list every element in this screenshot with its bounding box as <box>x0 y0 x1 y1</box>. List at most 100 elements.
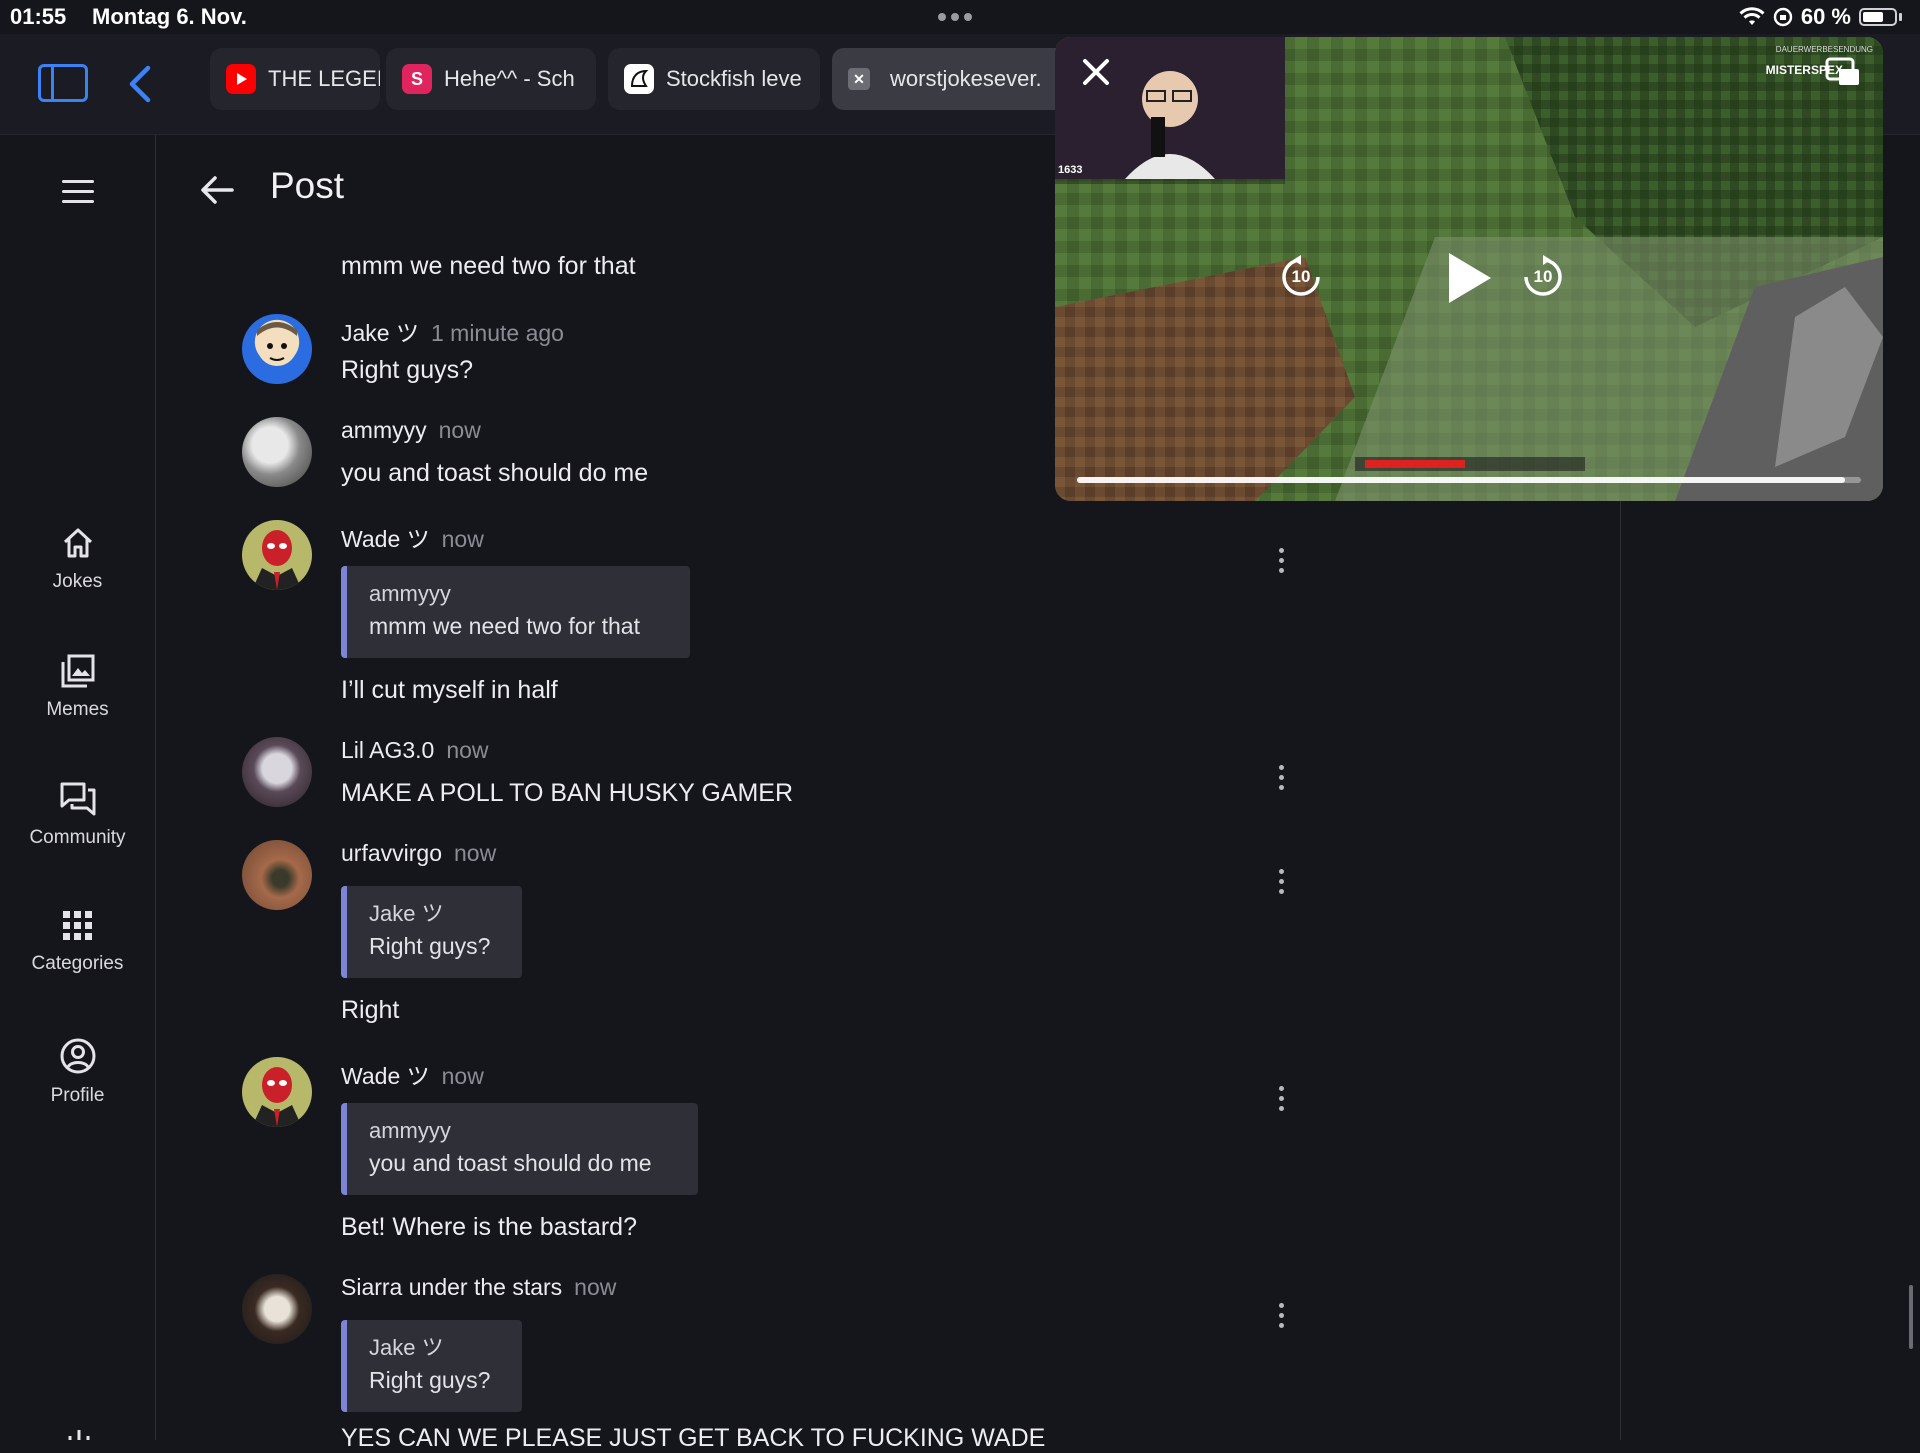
tab-hehe[interactable]: S Hehe^^ - Sch <box>386 48 596 110</box>
timestamp: 1 minute ago <box>430 320 564 346</box>
rotation-lock-icon <box>1773 7 1793 27</box>
avatar[interactable] <box>242 1274 312 1344</box>
timestamp: now <box>574 1274 617 1300</box>
author-name[interactable]: Jake ツ <box>341 320 419 346</box>
status-bar: 01:55 Montag 6. Nov. 60 % <box>0 0 1920 34</box>
more-options-icon[interactable] <box>1271 869 1291 897</box>
comment-meta: Wade ツ now <box>341 520 484 554</box>
scrollbar[interactable] <box>1909 1285 1913 1349</box>
comment-text: Bet! Where is the bastard? <box>341 1213 637 1241</box>
image-icon <box>61 654 94 688</box>
battery-percent: 60 % <box>1800 4 1851 29</box>
expand-pip-icon[interactable] <box>1825 57 1861 87</box>
quote-author: Jake ツ <box>369 901 444 926</box>
sidebar-toggle-icon[interactable] <box>38 64 88 102</box>
avatar[interactable] <box>242 1057 312 1127</box>
play-icon[interactable] <box>1445 251 1493 305</box>
rewind-icon[interactable]: 10 <box>1279 255 1323 299</box>
timestamp: now <box>446 737 489 763</box>
more-options-icon[interactable] <box>1271 765 1291 793</box>
side-navigation: Jokes Memes Community Categories Profile <box>0 135 156 1440</box>
quote-text: mmm we need two for that <box>369 613 640 639</box>
account-icon <box>60 1038 95 1074</box>
nav-item-community[interactable]: Community <box>0 781 155 849</box>
timestamp: now <box>441 1063 484 1089</box>
author-name[interactable]: ammyyy <box>341 417 427 443</box>
avatar[interactable] <box>242 840 312 910</box>
forum-icon <box>60 782 95 816</box>
close-icon[interactable] <box>1079 55 1113 89</box>
more-options-icon[interactable] <box>1271 1086 1291 1114</box>
quoted-reply[interactable]: Jake ツ Right guys? <box>341 1320 522 1412</box>
nav-item-profile[interactable]: Profile <box>0 1037 155 1107</box>
stockfish-icon <box>624 64 654 94</box>
comment-meta: ammyyy now <box>341 417 481 444</box>
author-name[interactable]: Siarra under the stars <box>341 1274 562 1300</box>
more-nav-icon[interactable] <box>62 1430 96 1440</box>
status-time: 01:55 <box>10 4 67 29</box>
author-name[interactable]: Lil AG3.0 <box>341 737 434 763</box>
tab-label: worstjokesever. <box>890 66 1042 91</box>
comment-meta: urfavvirgo now <box>341 840 496 867</box>
timestamp: now <box>441 526 484 552</box>
avatar[interactable] <box>242 417 312 487</box>
avatar[interactable] <box>242 737 312 807</box>
more-options-icon[interactable] <box>1271 1303 1291 1331</box>
nav-item-jokes[interactable]: Jokes <box>0 525 155 593</box>
author-name[interactable]: Wade ツ <box>341 1063 430 1089</box>
quote-text: Right guys? <box>369 1367 491 1393</box>
s-app-icon: S <box>402 64 432 94</box>
youtube-icon <box>226 64 256 94</box>
video-progress-bar[interactable] <box>1077 477 1861 483</box>
nav-item-memes[interactable]: Memes <box>0 653 155 721</box>
close-tab-icon[interactable]: ✕ <box>848 68 870 90</box>
comment-text: Right guys? <box>341 356 474 384</box>
multitasking-dots-icon[interactable] <box>938 8 977 26</box>
comment-meta: Siarra under the stars now <box>341 1274 616 1301</box>
page-title: Post <box>270 165 345 206</box>
browser-back-icon[interactable] <box>126 64 154 104</box>
quoted-reply[interactable]: ammyyy you and toast should do me <box>341 1103 698 1195</box>
battery-icon <box>1859 8 1897 26</box>
picture-in-picture-video[interactable]: 1633 DAUERWERBESENDUNG MISTERSPEX 10 10 <box>1055 37 1883 501</box>
tab-worstjokesever[interactable]: ✕ worstjokesever. <box>832 48 1067 110</box>
video-progress-fill <box>1077 477 1846 483</box>
menu-icon[interactable] <box>62 180 94 210</box>
comment-meta: Jake ツ 1 minute ago <box>341 314 564 348</box>
nav-label: Categories <box>31 953 124 974</box>
grid-icon <box>62 911 92 940</box>
timestamp: now <box>438 417 481 443</box>
tab-label: Stockfish leve <box>666 66 802 91</box>
video-brand-label: DAUERWERBESENDUNG <box>1775 45 1873 54</box>
previous-comment-text: mmm we need two for that <box>341 252 636 280</box>
forward-icon[interactable]: 10 <box>1521 255 1565 299</box>
quoted-reply[interactable]: Jake ツ Right guys? <box>341 886 522 978</box>
tab-youtube[interactable]: THE LEGEI <box>210 48 380 110</box>
comment-text: MAKE A POLL TO BAN HUSKY GAMER <box>341 779 794 807</box>
home-icon <box>63 528 92 558</box>
author-name[interactable]: urfavvirgo <box>341 840 442 866</box>
viewer-count: 1633 <box>1058 164 1083 176</box>
quoted-reply[interactable]: ammyyy mmm we need two for that <box>341 566 690 658</box>
nav-label: Community <box>29 827 126 848</box>
quote-author: ammyyy <box>369 581 451 606</box>
tab-label: Hehe^^ - Sch <box>444 66 575 91</box>
tab-stockfish[interactable]: Stockfish leve <box>608 48 820 110</box>
comment-text: I’ll cut myself in half <box>341 676 558 704</box>
nav-label: Jokes <box>52 571 103 592</box>
rewind-seconds: 10 <box>1291 267 1311 286</box>
timestamp: now <box>453 840 497 866</box>
comment-text: Right <box>341 996 400 1024</box>
author-name[interactable]: Wade ツ <box>341 526 430 552</box>
nav-item-categories[interactable]: Categories <box>0 909 155 975</box>
status-date: Montag 6. Nov. <box>92 4 247 29</box>
back-arrow-icon[interactable] <box>200 175 234 205</box>
tab-label: THE LEGEI <box>268 66 380 91</box>
quote-author: ammyyy <box>369 1118 451 1143</box>
quote-text: you and toast should do me <box>369 1150 652 1176</box>
more-options-icon[interactable] <box>1271 548 1291 576</box>
avatar[interactable] <box>242 314 312 384</box>
forward-seconds: 10 <box>1533 267 1553 286</box>
comment-text: you and toast should do me <box>341 459 649 487</box>
avatar[interactable] <box>242 520 312 590</box>
